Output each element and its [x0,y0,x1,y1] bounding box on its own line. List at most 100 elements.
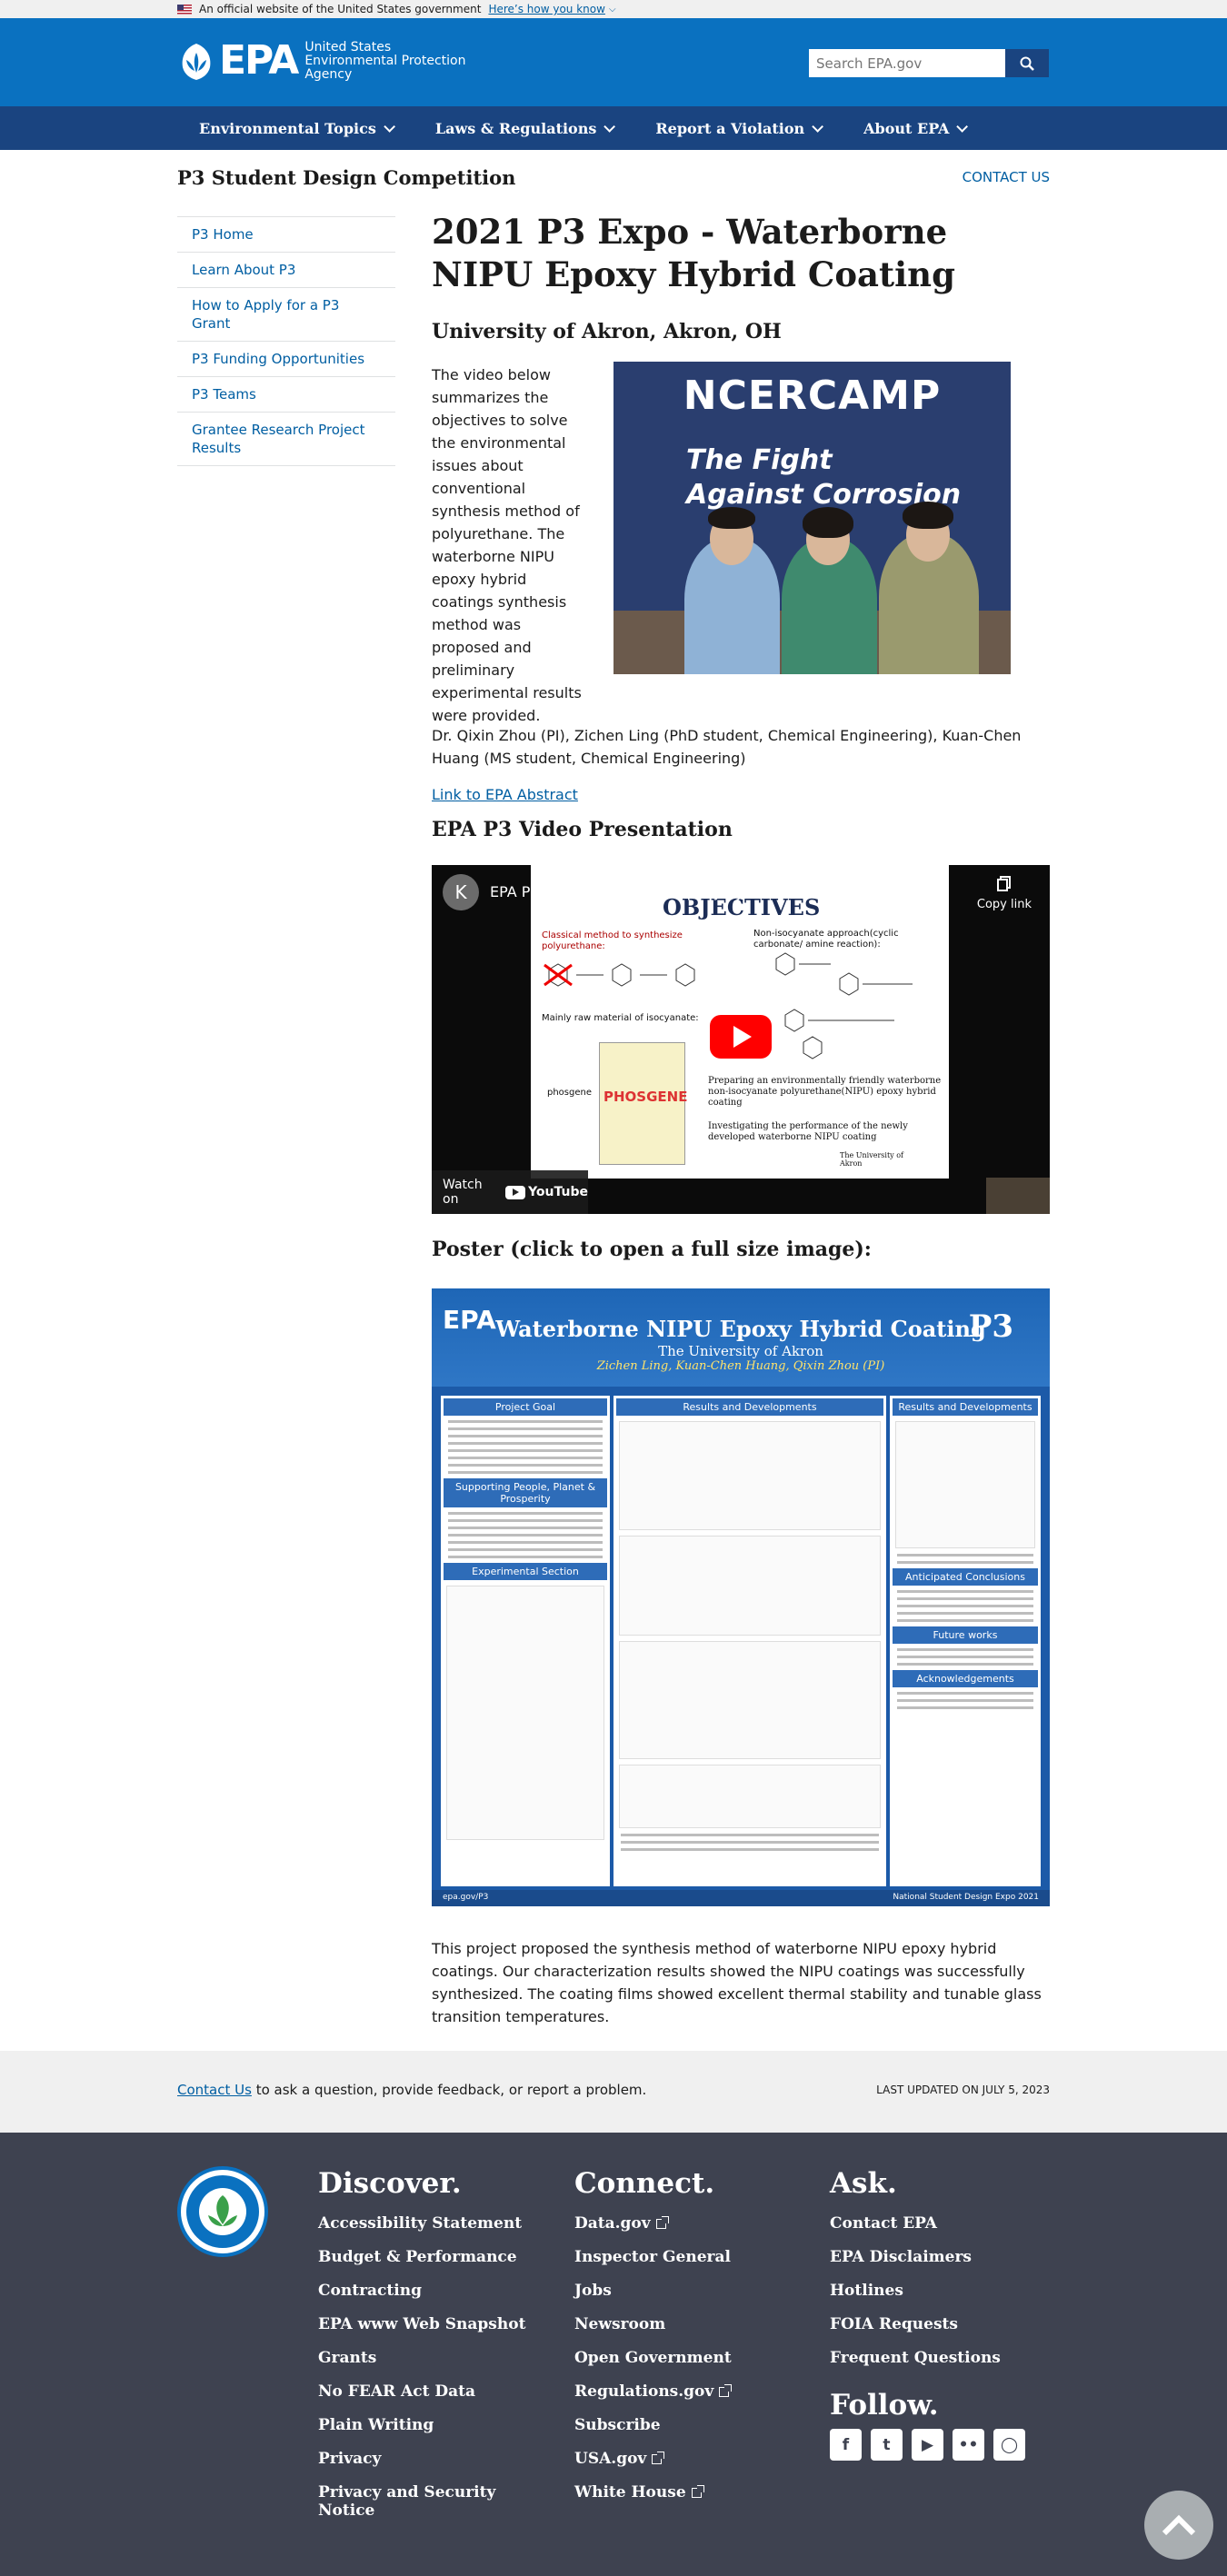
poster-image[interactable]: EPA Waterborne NIPU Epoxy Hybrid Coating… [432,1288,1050,1906]
search-form [809,49,1049,77]
nav-report-violation[interactable]: Report a Violation [633,120,842,137]
presenter-thumbnail [986,1178,1050,1214]
search-button[interactable] [1005,49,1049,77]
sidenav-item-how-to-apply[interactable]: How to Apply for a P3 Grant [177,287,395,341]
footer-link-external[interactable]: USA.gov [574,2450,732,2468]
poster-anticipated: Anticipated Conclusions [893,1568,1038,1586]
footer-link[interactable]: Frequent Questions [830,2349,1025,2367]
footer-link[interactable]: Plain Writing [318,2416,525,2434]
epa-seal-icon[interactable] [177,2166,268,2257]
institution-heading: University of Akron, Akron, OH [432,320,782,343]
search-input[interactable] [809,49,1005,77]
epa-logo[interactable]: EPA United States Environmental Protecti… [177,40,486,82]
chevron-down-icon[interactable]: ⌵ [609,5,616,15]
search-icon [1020,56,1034,71]
play-button[interactable] [710,1015,772,1059]
chevron-down-icon [812,120,824,133]
chevron-down-icon [956,120,969,133]
footer-link[interactable]: Accessibility Statement [318,2214,525,2233]
epa-wordmark: EPA [219,37,299,84]
twitter-icon[interactable]: t [871,2429,903,2461]
poster-column-right: Results and Developments Anticipated Con… [890,1396,1041,1886]
sidenav-item-funding[interactable]: P3 Funding Opportunities [177,341,395,376]
section-titlebar: P3 Student Design Competition CONTACT US [177,150,1050,204]
footer-discover: Discover. Accessibility Statement Budget… [318,2167,525,2535]
footer-link-external[interactable]: Data.gov [574,2214,732,2233]
footer-link-external[interactable]: Regulations.gov [574,2382,733,2401]
poster-footer-right: National Student Design Expo 2021 [893,1893,1039,1902]
gov-banner: An official website of the United States… [0,0,1227,18]
flickr-icon[interactable]: •• [953,2429,984,2461]
footer-link[interactable]: Newsroom [574,2315,732,2333]
footer-link[interactable]: Contact EPA [830,2214,1025,2233]
sidenav-item-grantee-results[interactable]: Grantee Research Project Results [177,412,395,466]
chevron-up-icon [1162,2514,1196,2536]
footer-link[interactable]: Jobs [574,2282,732,2300]
video-heading: EPA P3 Video Presentation [432,818,733,841]
footer-link[interactable]: Inspector General [574,2248,732,2266]
poster-ack: Acknowledgements [893,1670,1038,1687]
back-to-top-button[interactable] [1144,2491,1213,2560]
footer-link[interactable]: Contracting [318,2282,525,2300]
site-header: EPA United States Environmental Protecti… [0,18,1227,106]
poster-supporting: Supporting People, Planet & Prosperity [444,1478,607,1507]
footer-link[interactable]: EPA www Web Snapshot [318,2315,525,2333]
footer-link[interactable]: FOIA Requests [830,2315,1025,2333]
slide-phosgene-label: phosgene [547,1088,593,1098]
youtube-logo: YouTube [505,1185,588,1199]
photo-banner-text: NCERCAMP [683,373,942,419]
footer-link[interactable]: Grants [318,2349,525,2367]
nav-about-epa[interactable]: About EPA [842,120,986,137]
footer-link[interactable]: Subscribe [574,2416,732,2434]
poster-footer-left: epa.gov/P3 [443,1893,489,1902]
heres-how-you-know-link[interactable]: Here’s how you know [488,3,605,15]
poster-column-middle: Results and Developments [614,1396,886,1886]
video-title[interactable]: EPA P3: Waterborne NIPU epoxy hybrid coa… [490,883,832,900]
footer-link-external[interactable]: White House [574,2483,732,2501]
youtube-icon [505,1185,526,1199]
contact-us-footer-link[interactable]: Contact Us [177,2082,252,2098]
footer-link[interactable]: Hotlines [830,2282,1025,2300]
nav-environmental-topics[interactable]: Environmental Topics [177,120,414,137]
poster-experimental: Experimental Section [444,1563,607,1580]
footer-connect-title: Connect. [574,2167,715,2200]
side-nav: P3 Home Learn About P3 How to Apply for … [177,216,395,466]
channel-avatar[interactable]: K [443,874,479,910]
copy-link-button[interactable]: Copy link [977,874,1032,911]
nav-laws-regulations[interactable]: Laws & Regulations [414,120,634,137]
person-left-hair [708,507,755,529]
contact-us-link[interactable]: CONTACT US [963,169,1050,185]
team-photo[interactable]: NCERCAMP The Fight Against Corrosion [614,362,1011,674]
footer-link[interactable]: Privacy [318,2450,525,2468]
facebook-icon[interactable]: f [830,2429,862,2461]
main-content: 2021 P3 Expo - Waterborne NIPU Epoxy Hyb… [432,211,1050,2025]
footer-link[interactable]: EPA Disclaimers [830,2248,1025,2266]
slide-bullet-1: Preparing an environmentally friendly wa… [708,1076,942,1108]
youtube-video-embed[interactable]: OBJECTIVES Classical method to synthesiz… [432,865,1050,1214]
external-link-icon [652,2452,665,2464]
chevron-down-icon [604,120,616,133]
intro-paragraph: The video below summarizes the objective… [432,366,582,724]
footer-link[interactable]: No FEAR Act Data [318,2382,525,2401]
section-title[interactable]: P3 Student Design Competition [177,166,515,189]
poster-future: Future works [893,1626,1038,1644]
footer-link[interactable]: Open Government [574,2349,732,2367]
poster-university: The University of Akron [658,1343,823,1359]
team-members: Dr. Qixin Zhou (PI), Zichen Ling (PhD st… [432,727,1022,767]
copy-link-label: Copy link [976,898,1032,911]
watch-on-youtube-button[interactable]: Watch on YouTube [432,1170,588,1214]
external-link-icon [719,2384,733,2397]
footer-link[interactable]: Privacy and Security Notice [318,2483,518,2520]
sidenav-item-learn-about-p3[interactable]: Learn About P3 [177,252,395,287]
footer-follow-title: Follow. [830,2389,939,2422]
play-icon [733,1026,752,1048]
footer-link[interactable]: Budget & Performance [318,2248,525,2266]
nav-label: Laws & Regulations [434,119,597,137]
sidenav-item-p3-home[interactable]: P3 Home [177,216,395,252]
instagram-icon[interactable]: ◯ [993,2429,1025,2461]
sidenav-item-p3-teams[interactable]: P3 Teams [177,376,395,412]
footer-discover-title: Discover. [318,2167,462,2200]
copy-icon [996,876,1011,891]
epa-abstract-link[interactable]: Link to EPA Abstract [432,783,578,806]
youtube-icon[interactable]: ▶ [912,2429,943,2461]
